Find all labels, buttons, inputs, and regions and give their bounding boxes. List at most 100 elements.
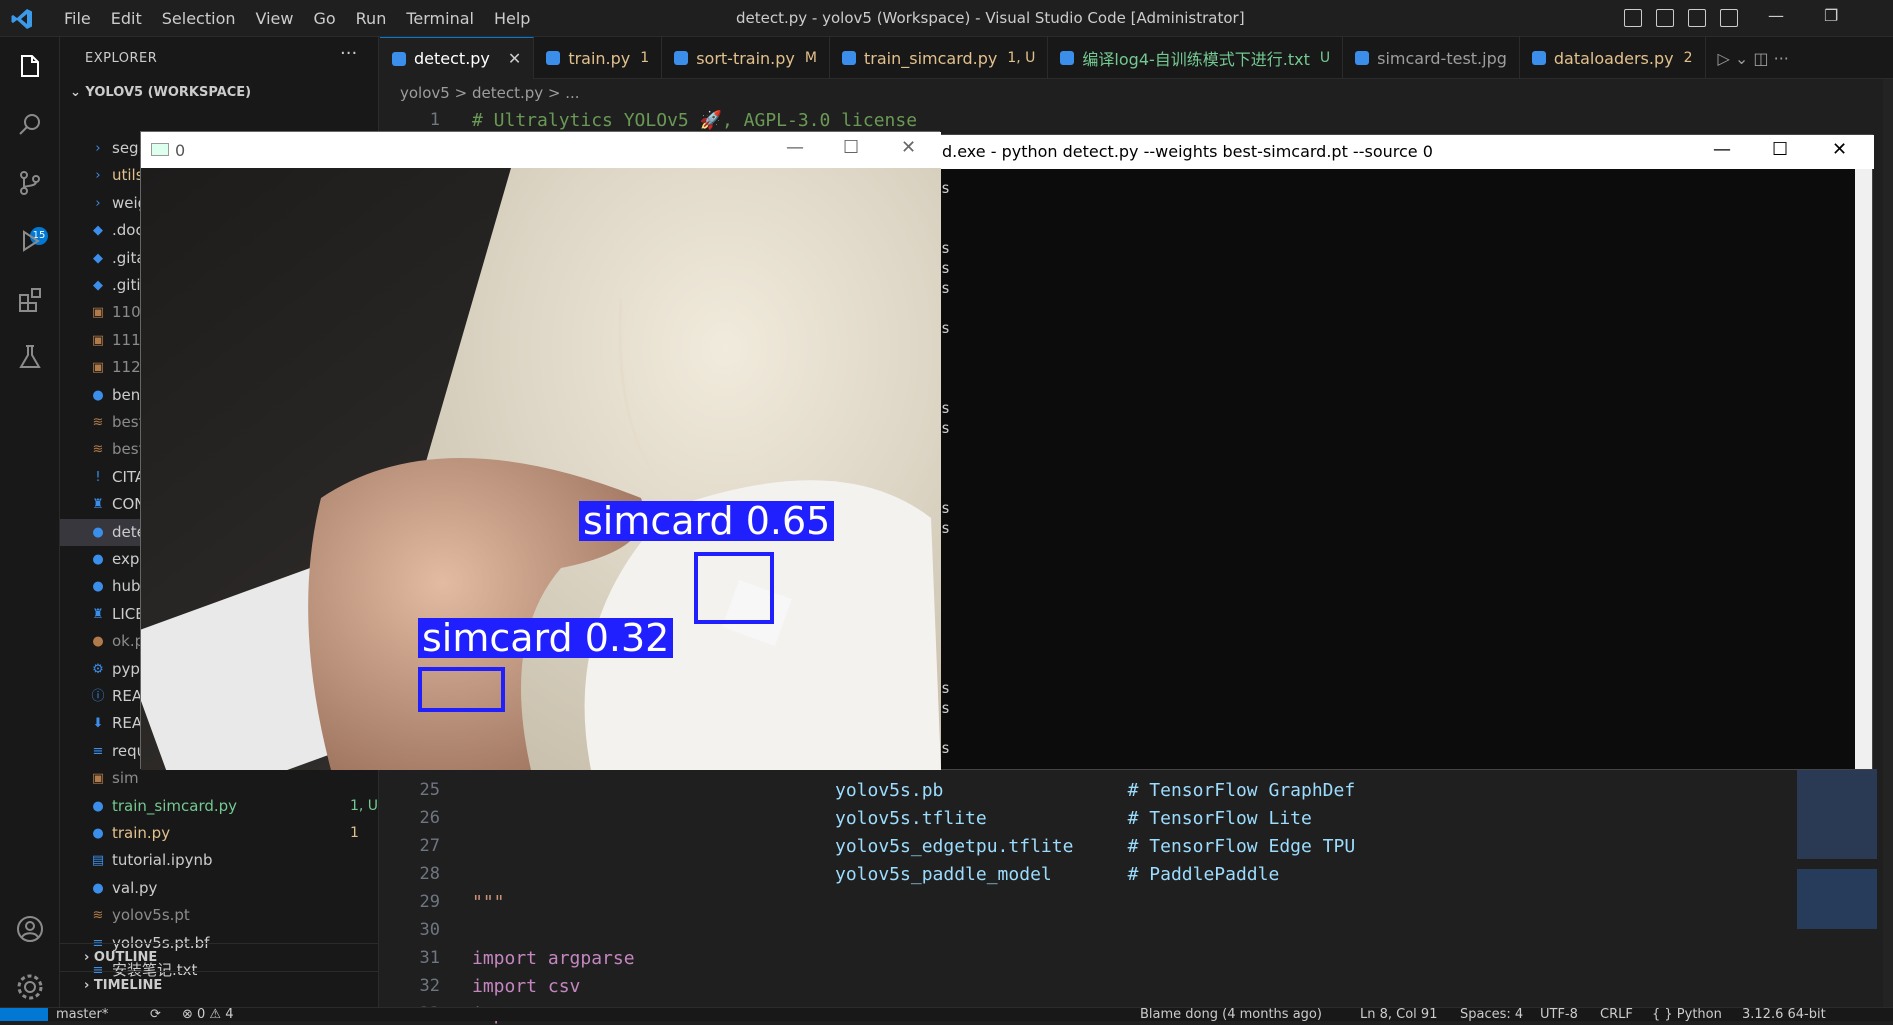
breadcrumb-folder[interactable]: yolov5 — [400, 84, 450, 102]
editor-tab[interactable]: train_simcard.py 1, U — [830, 37, 1049, 79]
code-line[interactable]: yolov5s_edgetpu.tflite # TensorFlow Edge… — [835, 836, 1355, 857]
editor-tab[interactable]: dataloaders.py 2 — [1520, 37, 1706, 79]
title-bar: File Edit Selection View Go Run Terminal… — [0, 0, 1893, 37]
terminal-scrollbar[interactable] — [1855, 169, 1872, 769]
menu-view[interactable]: View — [246, 0, 304, 37]
line-number: 26 — [419, 808, 440, 828]
extensions-icon[interactable] — [10, 279, 50, 319]
blame-status[interactable]: Blame dong (4 months ago) — [1140, 1008, 1322, 1021]
tab-badge: U — [1319, 50, 1331, 66]
minimize-icon[interactable]: — — [1768, 6, 1784, 25]
problems-status[interactable]: ⊗ 0 ⚠ 4 — [182, 1008, 234, 1021]
toggle-secondary-sidebar-icon[interactable] — [1688, 9, 1706, 27]
explorer-icon[interactable] — [10, 47, 50, 87]
terminal-window[interactable]: d.exe - python detect.py --weights best-… — [935, 134, 1874, 770]
close-tab-icon[interactable]: ✕ — [508, 49, 521, 68]
eol-status[interactable]: CRLF — [1600, 1008, 1633, 1021]
restore-icon[interactable]: ❐ — [1824, 6, 1838, 25]
workspace-label: YOLOV5 (WORKSPACE) — [85, 85, 252, 100]
file-tree-item[interactable]: ● train.py 1 — [60, 820, 378, 847]
camera-close-icon[interactable]: ✕ — [901, 137, 916, 158]
python-file-icon — [392, 51, 406, 66]
camera-window[interactable]: 0 — ☐ ✕ simcard 0.65 simcard 0.32 — [140, 131, 941, 770]
file-type-icon: ! — [95, 469, 101, 485]
editor-tab[interactable]: train.py 1 — [534, 37, 663, 79]
editor-tab[interactable]: 编译log4-自训练模式下进行.txt U — [1048, 37, 1344, 79]
menu-run[interactable]: Run — [346, 0, 397, 37]
language-status[interactable]: { } Python — [1652, 1008, 1722, 1021]
menu-edit[interactable]: Edit — [101, 0, 152, 37]
file-type-icon: ▣ — [91, 360, 105, 376]
menu-file[interactable]: File — [54, 0, 101, 37]
detection-label: simcard 0.32 — [418, 618, 674, 658]
terminal-close-icon[interactable]: ✕ — [1832, 139, 1847, 160]
terminal-maximize-icon[interactable]: ☐ — [1772, 139, 1788, 160]
run-debug-icon[interactable] — [10, 221, 50, 261]
sync-icon[interactable]: ⟳ — [150, 1008, 161, 1021]
branch-status[interactable]: master* — [56, 1008, 108, 1021]
code-line[interactable]: """ — [472, 892, 505, 913]
file-name: val.py — [112, 878, 158, 897]
breadcrumb-file[interactable]: detect.py — [472, 84, 543, 102]
workspace-title[interactable]: ⌄ YOLOV5 (WORKSPACE) — [70, 85, 251, 100]
menu-help[interactable]: Help — [484, 0, 540, 37]
interpreter-status[interactable]: 3.12.6 64-bit — [1742, 1008, 1826, 1021]
camera-maximize-icon[interactable]: ☐ — [843, 137, 859, 158]
menu-selection[interactable]: Selection — [152, 0, 246, 37]
python-file-icon — [841, 51, 856, 65]
file-tree-item[interactable]: ≋ yolov5s.pt — [60, 902, 378, 929]
line-number: 31 — [419, 948, 440, 968]
toggle-sidebar-icon[interactable] — [1624, 9, 1642, 27]
camera-minimize-icon[interactable]: — — [786, 137, 804, 158]
file-badge: 1 — [350, 825, 359, 841]
terminal-titlebar[interactable]: d.exe - python detect.py --weights best-… — [936, 135, 1874, 169]
customize-layout-icon[interactable] — [1720, 9, 1738, 27]
tab-label: train.py — [568, 48, 631, 68]
file-type-icon: ▣ — [91, 771, 105, 787]
code-line[interactable]: # Ultralytics YOLOv5 🚀, AGPL-3.0 license — [472, 110, 917, 131]
file-name: 112 — [112, 358, 141, 377]
encoding-status[interactable]: UTF-8 — [1540, 1008, 1578, 1021]
editor-tab[interactable]: simcard-test.jpg — [1343, 37, 1520, 79]
timeline-section[interactable]: › TIMELINE — [60, 971, 378, 998]
code-line[interactable]: yolov5s_paddle_model # PaddlePaddle — [835, 864, 1279, 885]
remote-indicator[interactable] — [0, 1008, 48, 1021]
code-line[interactable]: import csv — [472, 976, 580, 997]
editor-tab[interactable]: sort-train.py M — [662, 37, 830, 79]
search-icon[interactable] — [10, 105, 50, 145]
code-line[interactable]: import argparse — [472, 948, 635, 969]
file-type-icon: › — [95, 168, 101, 184]
code-line[interactable]: yolov5s.tflite # TensorFlow Lite — [835, 808, 1312, 829]
terminal-text: s — [941, 679, 951, 697]
manage-gear-icon[interactable] — [10, 967, 50, 1007]
run-python-file-icon[interactable]: ▷ ⌄ ◫ ··· — [1706, 37, 1801, 79]
terminal-minimize-icon[interactable]: — — [1713, 139, 1731, 160]
editor-tab[interactable]: detect.py ✕ — [380, 37, 535, 79]
python-file-icon — [1531, 51, 1546, 65]
outline-section[interactable]: › OUTLINE — [60, 943, 378, 970]
file-type-icon: ● — [92, 524, 104, 540]
tab-label: 编译log4-自训练模式下进行.txt — [1082, 50, 1310, 69]
camera-titlebar[interactable]: 0 — ☐ ✕ — [141, 132, 941, 168]
file-type-icon: ▣ — [91, 332, 105, 348]
code-line[interactable]: yolov5s.pb # TensorFlow GraphDef — [835, 780, 1355, 801]
detection-box — [418, 667, 505, 712]
file-tree-item[interactable]: ● val.py — [60, 875, 378, 902]
source-control-icon[interactable] — [10, 163, 50, 203]
testing-icon[interactable] — [10, 337, 50, 377]
tab-label: train_simcard.py — [863, 48, 998, 68]
cursor-position[interactable]: Ln 8, Col 91 — [1360, 1008, 1437, 1021]
toggle-panel-icon[interactable] — [1656, 9, 1674, 27]
tab-label: dataloaders.py — [1553, 48, 1674, 68]
file-type-icon: › — [95, 195, 101, 211]
menu-go[interactable]: Go — [303, 0, 345, 37]
accounts-icon[interactable] — [10, 909, 50, 949]
file-name: utils — [112, 166, 144, 185]
explorer-title: EXPLORER — [85, 51, 158, 66]
file-tree-item[interactable]: ● train_simcard.py 1, U — [60, 793, 378, 820]
indent-status[interactable]: Spaces: 4 — [1460, 1008, 1523, 1021]
file-tree-item[interactable]: ▤ tutorial.ipynb — [60, 847, 378, 874]
menu-terminal[interactable]: Terminal — [396, 0, 484, 37]
more-actions-icon[interactable]: ··· — [340, 43, 357, 64]
breadcrumb-symbol[interactable]: ... — [565, 84, 579, 102]
